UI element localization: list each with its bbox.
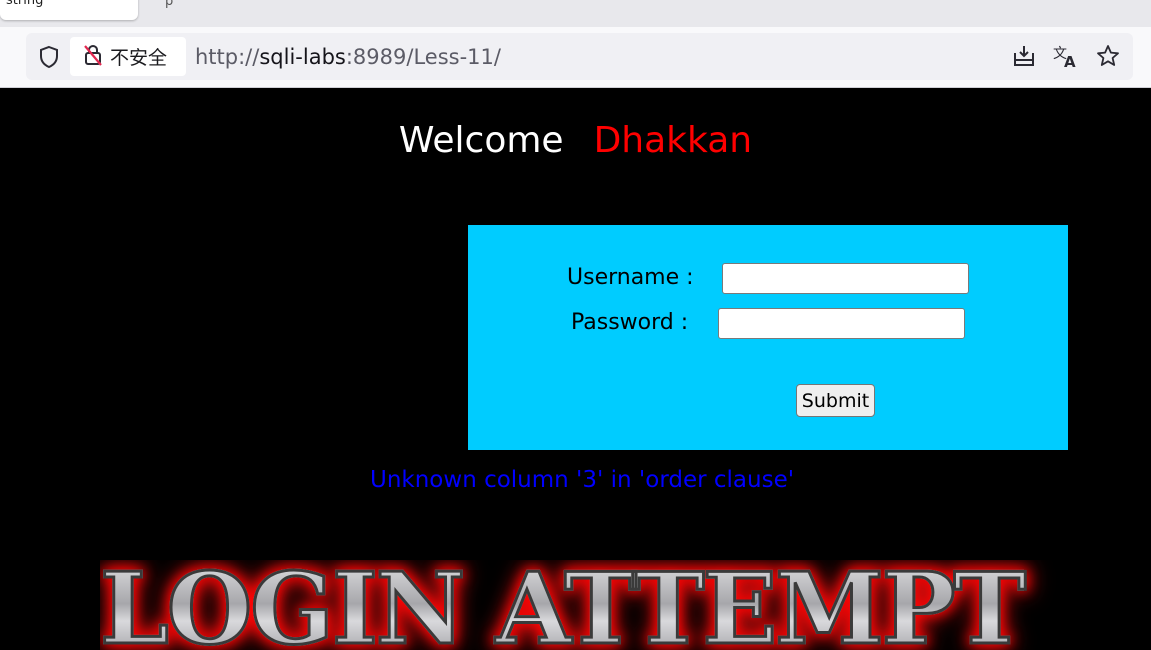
shield-icon[interactable]	[36, 44, 62, 70]
svg-text:A: A	[1064, 53, 1076, 68]
password-label: Password :	[571, 310, 689, 335]
browser-toolbar: 不安全 http://sqli-labs:8989/Less-11/ 文 A	[0, 27, 1151, 88]
submit-button[interactable]: Submit	[796, 384, 875, 417]
url-text[interactable]: http://sqli-labs:8989/Less-11/	[195, 45, 501, 69]
bookmark-star-icon[interactable]	[1095, 43, 1121, 69]
tab-strip: string p	[0, 0, 1151, 27]
tab-next[interactable]: p	[165, 0, 173, 9]
error-message: Unknown column '3' in 'order clause'	[370, 467, 795, 493]
url-path: :8989/Less-11/	[345, 45, 501, 69]
login-attempt-banner: LOGIN ATTEMPT	[100, 560, 1060, 650]
tab-active[interactable]: string	[0, 0, 138, 20]
url-scheme: http://	[195, 45, 260, 69]
url-host: sqli-labs	[259, 45, 346, 69]
banner-text: LOGIN ATTEMPT	[100, 560, 1028, 650]
welcome-heading: Welcome Dhakkan	[0, 120, 1151, 161]
translate-icon[interactable]: 文 A	[1053, 43, 1079, 69]
security-indicator[interactable]: 不安全	[70, 37, 186, 76]
welcome-label: Welcome	[398, 120, 564, 161]
tab-title: string	[6, 0, 44, 8]
login-form: Username : Password : Submit	[468, 225, 1068, 450]
insecure-lock-icon	[82, 43, 104, 71]
password-input[interactable]	[718, 308, 965, 339]
welcome-name: Dhakkan	[593, 120, 753, 161]
security-label: 不安全	[110, 47, 168, 69]
download-icon[interactable]	[1011, 43, 1037, 69]
username-label: Username :	[567, 265, 694, 290]
username-input[interactable]	[722, 263, 969, 294]
address-bar[interactable]: 不安全 http://sqli-labs:8989/Less-11/ 文 A	[26, 33, 1133, 80]
